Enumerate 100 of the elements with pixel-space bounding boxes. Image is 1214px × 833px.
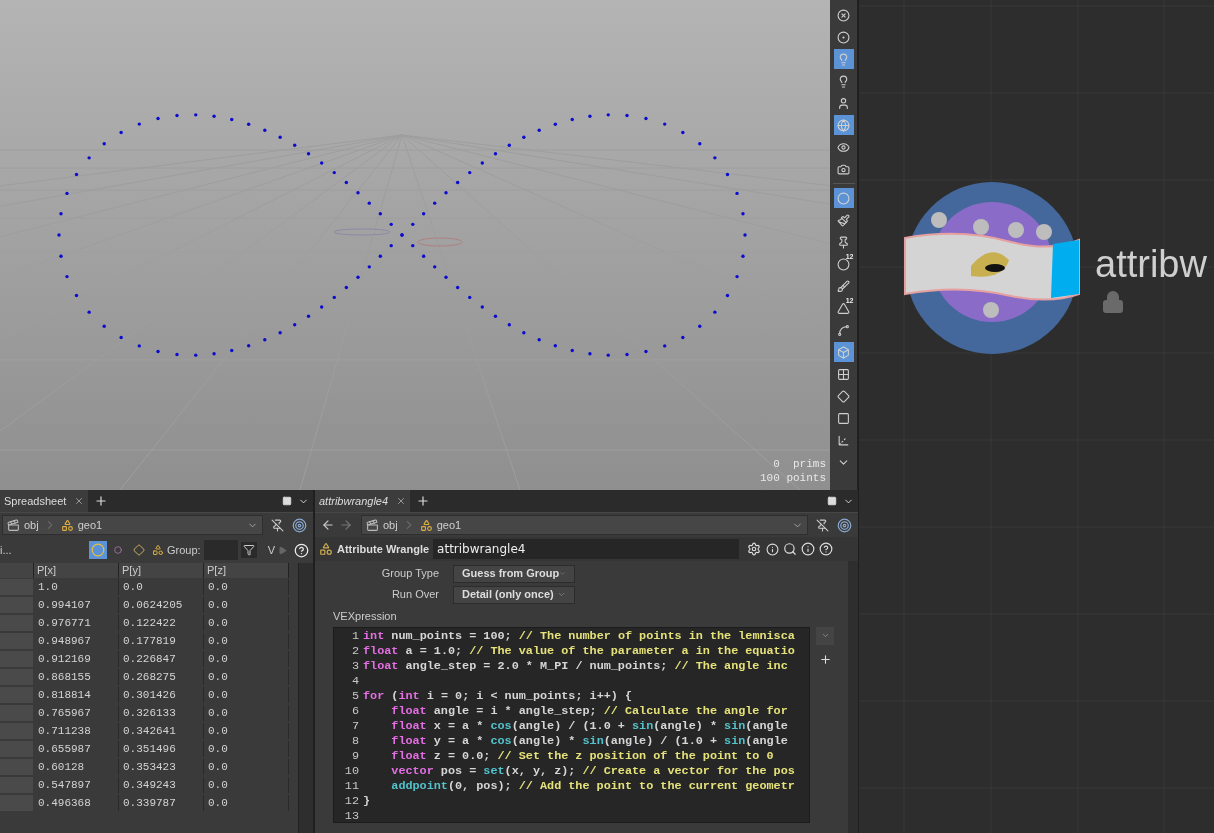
- dropdown-menu[interactable]: Guess from Group: [453, 564, 575, 583]
- line-number: 6: [350, 703, 360, 719]
- node-type-icon: [319, 542, 333, 556]
- maximize-icon[interactable]: [282, 496, 292, 506]
- node-name-field[interactable]: attribwrangle4: [433, 539, 740, 559]
- x-circle-icon: [837, 8, 850, 22]
- curve-icon: [837, 323, 850, 337]
- square-icon: [837, 411, 850, 425]
- table-cell: 0.765967: [34, 704, 119, 722]
- pane-tab[interactable]: attribwrangle4: [315, 490, 411, 512]
- column-header[interactable]: P[z]: [204, 563, 289, 578]
- network-editor[interactable]: attribw: [858, 0, 1214, 833]
- dot-toggle[interactable]: [833, 188, 854, 208]
- cube-toggle[interactable]: [833, 342, 854, 362]
- table-cell: 0.655987: [34, 740, 119, 758]
- code-line: float a = 1.0; // The value of the parameter a in the equatio: [363, 643, 795, 659]
- group-label: Group:: [167, 542, 201, 558]
- scrollbar[interactable]: [298, 563, 313, 833]
- table-cell: 1.0: [34, 578, 119, 596]
- table-cell: 0.711238: [34, 722, 119, 740]
- maximize-icon[interactable]: [827, 496, 837, 506]
- table-cell: 0.0: [204, 578, 289, 596]
- table-cell: 0.0: [204, 740, 289, 758]
- shapes-icon: [419, 518, 433, 532]
- table-cell: 0.547897: [34, 776, 119, 794]
- column-header[interactable]: P[y]: [119, 563, 204, 578]
- path-segment[interactable]: obj: [383, 516, 398, 534]
- target-icon[interactable]: [837, 517, 852, 533]
- caret-icon: [559, 569, 566, 578]
- line-number: 3: [350, 658, 360, 674]
- target-icon[interactable]: [292, 517, 307, 533]
- code-line: float angle = i * angle_step; // Calculate the angle for: [390, 703, 788, 719]
- line-number: 9: [350, 748, 360, 764]
- table-cell: 0.994107: [34, 596, 119, 614]
- code-line: float y = a * cos(angle) * sin(angle) / (1.0 + sin(angle: [390, 733, 788, 749]
- add-spare-icon[interactable]: [818, 652, 832, 666]
- diamond-icon[interactable]: [133, 544, 145, 556]
- node-icon[interactable]: [901, 180, 1081, 355]
- table-cell: 0.301426: [119, 686, 204, 704]
- lock-icon[interactable]: [1101, 290, 1125, 314]
- close-icon[interactable]: [74, 496, 85, 506]
- shapes-icon[interactable]: [152, 544, 164, 556]
- caret-icon: [557, 590, 566, 599]
- help-icon[interactable]: [819, 542, 834, 556]
- path-segment[interactable]: obj: [24, 516, 39, 534]
- node-label: attribw: [1095, 242, 1207, 286]
- view-menu-text[interactable]: V: [267, 541, 275, 559]
- code-editor[interactable]: [333, 626, 810, 823]
- close-icon[interactable]: [396, 496, 407, 506]
- path-segment[interactable]: geo1: [77, 516, 103, 534]
- dropdown-menu[interactable]: Detail (only once): [453, 585, 575, 604]
- line-number: 2: [350, 643, 360, 659]
- lightbulb-toggle[interactable]: [833, 49, 854, 69]
- column-header[interactable]: P[x]: [34, 563, 119, 578]
- shapes-icon: [60, 518, 74, 532]
- code-line: addpoint(0, pos); // Add the point to the current geometr: [390, 778, 795, 794]
- clapper-icon: [366, 518, 379, 532]
- code-line: for (int i = 0; i < num_points; i++) {: [363, 688, 633, 704]
- search-icon[interactable]: [783, 542, 798, 556]
- table-cell: 0.342641: [119, 722, 204, 740]
- line-number: 4: [350, 673, 360, 689]
- code-line: float x = a * cos(angle) / (1.0 + sin(angle) * sin(angle: [390, 718, 788, 734]
- table-cell: 0.0: [204, 596, 289, 614]
- primitive-number-icon: [837, 301, 850, 315]
- table-cell: 0.226847: [119, 650, 204, 668]
- help-icon[interactable]: [294, 542, 309, 558]
- settings-icon[interactable]: [747, 542, 762, 556]
- code-line: float angle_step = 2.0 * M_PI / num_points; // The angle inc: [363, 658, 788, 674]
- path-segment[interactable]: geo1: [436, 516, 462, 534]
- clapper-icon: [7, 518, 20, 532]
- table-cell: 0.0: [204, 632, 289, 650]
- table-cell: 0.122422: [119, 614, 204, 632]
- line-number: 13: [343, 808, 360, 824]
- attribute-filter-text[interactable]: i...: [0, 541, 60, 559]
- table-cell: 0.948967: [34, 632, 119, 650]
- line-number: 7: [350, 718, 360, 734]
- table-cell: 0.0: [204, 686, 289, 704]
- add-tab-icon[interactable]: [94, 494, 109, 508]
- pin-icon: [837, 235, 850, 249]
- geometry-stat-text: 100 points: [760, 471, 826, 485]
- globe-toggle[interactable]: [833, 115, 854, 135]
- add-tab-icon[interactable]: [416, 494, 431, 508]
- path-bar[interactable]: obj geo1: [2, 515, 263, 535]
- table-cell: 0.0: [204, 668, 289, 686]
- line-number: 5: [350, 688, 360, 704]
- dot-icon[interactable]: [114, 546, 122, 554]
- table-cell: 0.0: [204, 704, 289, 722]
- path-bar[interactable]: obj geo1: [361, 515, 808, 535]
- caret-icon: [820, 631, 830, 640]
- globe-icon: [837, 118, 850, 132]
- pane-tab[interactable]: Spreadsheet: [0, 490, 89, 512]
- pin-icon[interactable]: [816, 518, 829, 532]
- circle-dot-icon: [837, 30, 850, 44]
- filter-icon[interactable]: [240, 542, 257, 558]
- back-icon[interactable]: [321, 518, 335, 532]
- table-cell: 0.349243: [119, 776, 204, 794]
- scrollbar[interactable]: [848, 561, 858, 833]
- info-icon[interactable]: [801, 542, 816, 556]
- table-cell: 0.0: [204, 758, 289, 776]
- pin-icon[interactable]: [271, 518, 284, 532]
